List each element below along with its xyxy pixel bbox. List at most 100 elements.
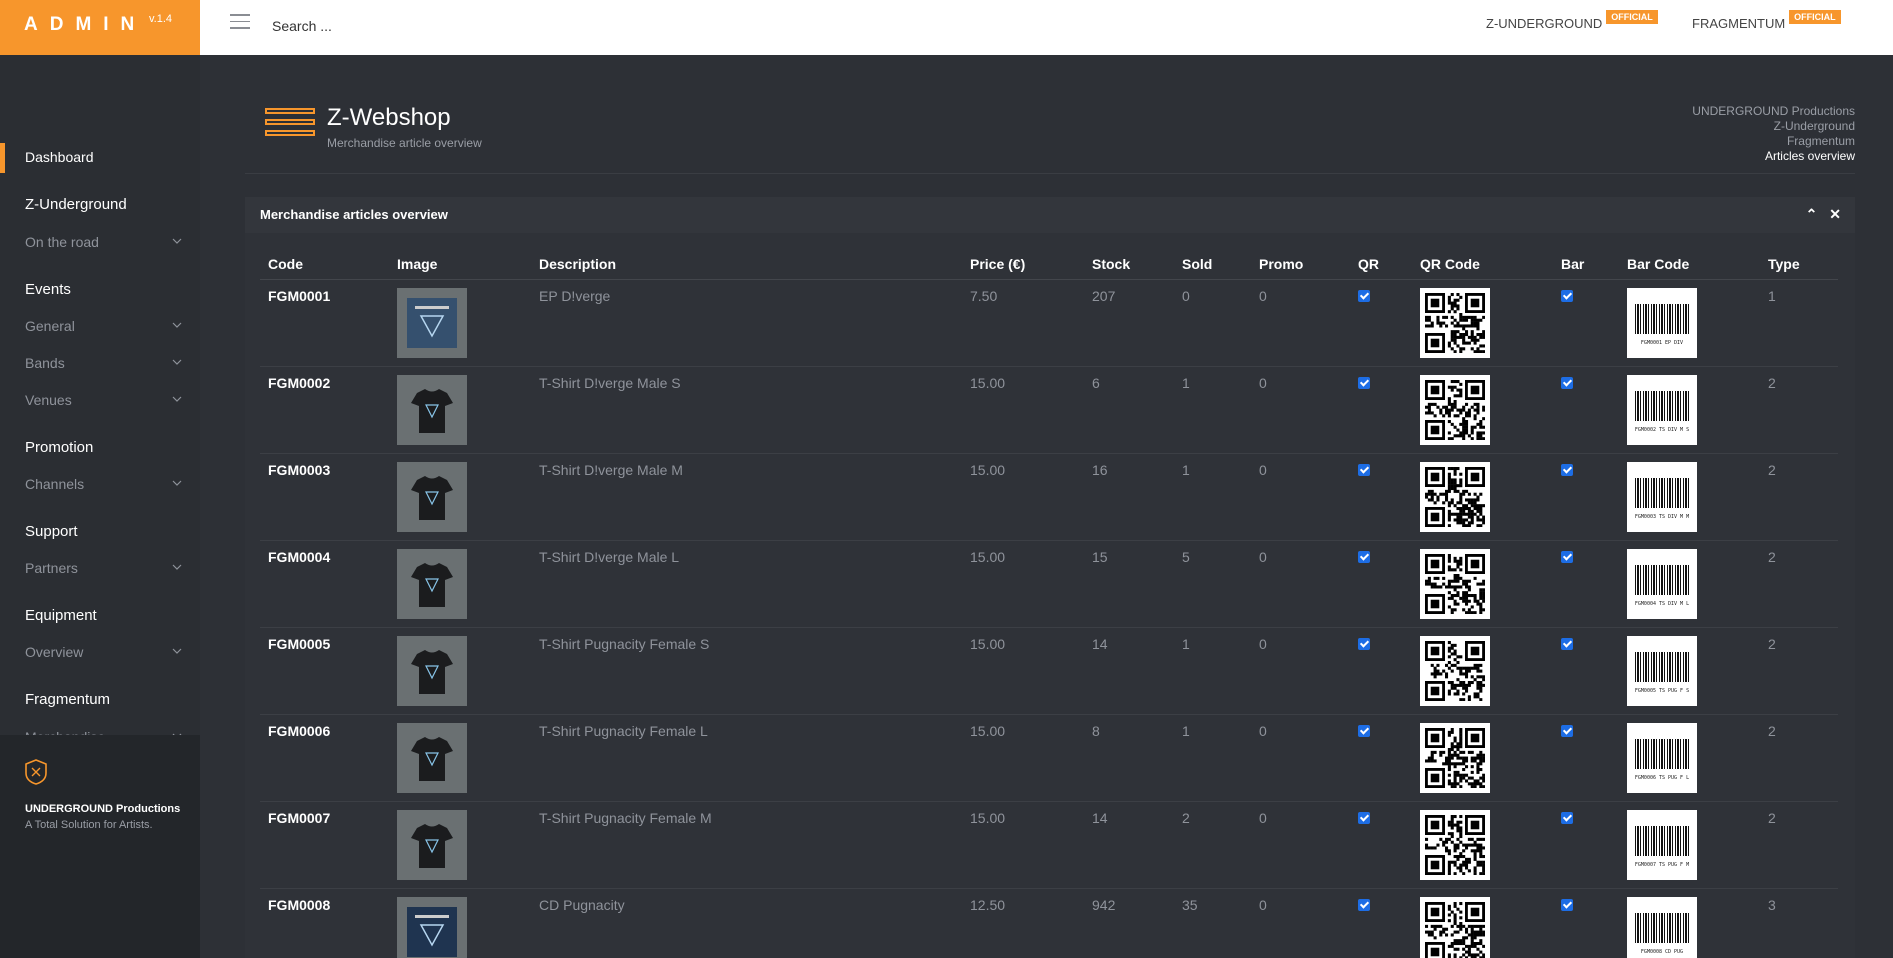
sidebar-item-support[interactable]: Support xyxy=(0,517,200,547)
product-image[interactable] xyxy=(397,287,467,358)
qr-checkbox[interactable] xyxy=(1358,724,1370,737)
menu-toggle-icon[interactable] xyxy=(230,14,250,30)
close-icon[interactable]: ✕ xyxy=(1829,206,1841,222)
sidebar-item-equipment[interactable]: Equipment xyxy=(0,601,200,631)
barcode-image[interactable]: FGM0005 TS PUG F S xyxy=(1627,635,1697,706)
qr-cell xyxy=(1350,453,1412,541)
bar-checkbox[interactable] xyxy=(1561,550,1573,563)
table-row[interactable]: FGM0001 EP D!verge 7.50 207 0 0 FGM0001 EP DIV… xyxy=(260,279,1838,367)
column-header[interactable]: Bar Code xyxy=(1619,249,1760,280)
column-header[interactable]: Price (€) xyxy=(962,249,1084,280)
bar-checkbox[interactable] xyxy=(1561,898,1573,911)
qr-checkbox[interactable] xyxy=(1358,811,1370,824)
chevron-up-icon[interactable]: ⌃ xyxy=(1806,206,1818,222)
barcode-text: FGM0001 EP DIV xyxy=(1640,339,1684,346)
qr-code-image[interactable] xyxy=(1420,461,1490,532)
product-image[interactable] xyxy=(397,461,467,532)
breadcrumb-item[interactable]: UNDERGROUND Productions xyxy=(1692,104,1855,119)
table-row[interactable]: FGM0005 T-Shirt Pugnacity Female S 15.00 14… xyxy=(260,627,1838,715)
sidebar-item-channels[interactable]: Channels xyxy=(0,470,200,500)
product-image[interactable] xyxy=(397,896,467,958)
barcode-image[interactable]: FGM0003 TS DIV M M xyxy=(1627,461,1697,532)
product-image[interactable] xyxy=(397,722,467,793)
column-header[interactable]: QR xyxy=(1350,249,1412,280)
qr-code-icon xyxy=(1425,901,1485,958)
qr-code-image[interactable] xyxy=(1420,287,1490,358)
qr-code-image[interactable] xyxy=(1420,722,1490,793)
sidebar-item-on-the-road[interactable]: On the road xyxy=(0,228,200,258)
barcode-image[interactable]: FGM0004 TS DIV M L xyxy=(1627,548,1697,619)
brand-logo[interactable]: ADMIN v.1.4 xyxy=(0,0,200,55)
sidebar-item-promotion[interactable]: Promotion xyxy=(0,433,200,463)
barcode-image[interactable]: FGM0007 TS PUG F M xyxy=(1627,809,1697,880)
column-header[interactable]: Code xyxy=(260,249,389,280)
qr-code-image[interactable] xyxy=(1420,374,1490,445)
breadcrumb-item[interactable]: Fragmentum xyxy=(1692,134,1855,149)
image-cell xyxy=(389,366,531,454)
bar-checkbox[interactable] xyxy=(1561,637,1573,650)
column-header[interactable]: Bar xyxy=(1553,249,1619,280)
org-fragmentum[interactable]: FRAGMENTUM OFFICIAL xyxy=(1692,10,1841,31)
sold-cell: 1 xyxy=(1174,453,1251,541)
sidebar-item-bands[interactable]: Bands xyxy=(0,349,200,379)
product-image[interactable] xyxy=(397,548,467,619)
qr-checkbox[interactable] xyxy=(1358,637,1370,650)
bar-checkbox[interactable] xyxy=(1561,724,1573,737)
chevron-down-icon xyxy=(172,648,182,654)
column-header[interactable]: QR Code xyxy=(1412,249,1553,280)
qr-code-image[interactable] xyxy=(1420,548,1490,619)
barcode-icon xyxy=(1635,390,1689,421)
bar-checkbox[interactable] xyxy=(1561,463,1573,476)
table-row[interactable]: FGM0007 T-Shirt Pugnacity Female M 15.00 14… xyxy=(260,801,1838,889)
qr-checkbox[interactable] xyxy=(1358,376,1370,389)
column-header[interactable]: Promo xyxy=(1251,249,1350,280)
table-row[interactable]: FGM0008 CD Pugnacity 12.50 942 35 0 FGM0008 CD… xyxy=(260,888,1838,958)
image-cell xyxy=(389,453,531,541)
barcode-icon xyxy=(1635,303,1689,334)
org-z-underground[interactable]: Z-UNDERGROUND OFFICIAL xyxy=(1486,10,1658,31)
article-code: FGM0008 xyxy=(260,888,389,958)
breadcrumb-item[interactable]: Z-Underground xyxy=(1692,119,1855,134)
column-header[interactable]: Description xyxy=(531,249,962,280)
qr-checkbox[interactable] xyxy=(1358,898,1370,911)
qr-checkbox[interactable] xyxy=(1358,289,1370,302)
table-row[interactable]: FGM0003 T-Shirt D!verge Male M 15.00 16 1 0 FG… xyxy=(260,453,1838,541)
product-image[interactable] xyxy=(397,635,467,706)
table-row[interactable]: FGM0006 T-Shirt Pugnacity Female L 15.00 8 1… xyxy=(260,714,1838,802)
sidebar-item-label: Bands xyxy=(25,355,65,371)
promo-cell: 0 xyxy=(1251,366,1350,454)
bar-cell xyxy=(1553,801,1619,889)
type-cell: 2 xyxy=(1760,540,1838,628)
divider xyxy=(245,173,1855,174)
sidebar-item-venues[interactable]: Venues xyxy=(0,386,200,416)
qr-code-image[interactable] xyxy=(1420,635,1490,706)
bar-checkbox[interactable] xyxy=(1561,289,1573,302)
column-header[interactable]: Sold xyxy=(1174,249,1251,280)
table-row[interactable]: FGM0002 T-Shirt D!verge Male S 15.00 6 1 0 FGM… xyxy=(260,366,1838,454)
bar-checkbox[interactable] xyxy=(1561,811,1573,824)
search-input[interactable] xyxy=(272,14,572,38)
qr-checkbox[interactable] xyxy=(1358,463,1370,476)
sidebar-item-overview[interactable]: Overview xyxy=(0,638,200,668)
column-header[interactable]: Image xyxy=(389,249,531,280)
column-header[interactable]: Type xyxy=(1760,249,1838,280)
sidebar-item-partners[interactable]: Partners xyxy=(0,554,200,584)
barcode-image[interactable]: FGM0002 TS DIV M S xyxy=(1627,374,1697,445)
product-image[interactable] xyxy=(397,374,467,445)
sidebar-item-fragmentum[interactable]: Fragmentum xyxy=(0,685,200,715)
sidebar-item-dashboard[interactable]: Dashboard xyxy=(0,143,200,173)
bar-checkbox[interactable] xyxy=(1561,376,1573,389)
qr-code-image[interactable] xyxy=(1420,896,1490,958)
table-row[interactable]: FGM0004 T-Shirt D!verge Male L 15.00 15 5 0 FG… xyxy=(260,540,1838,628)
barcode-image[interactable]: FGM0008 CD PUG xyxy=(1627,896,1697,958)
sidebar-item-general[interactable]: General xyxy=(0,312,200,342)
sidebar-item-events[interactable]: Events xyxy=(0,275,200,305)
barcode-image[interactable]: FGM0001 EP DIV xyxy=(1627,287,1697,358)
column-header[interactable]: Stock xyxy=(1084,249,1174,280)
sidebar-item-label: Equipment xyxy=(25,607,97,624)
qr-checkbox[interactable] xyxy=(1358,550,1370,563)
barcode-image[interactable]: FGM0006 TS PUG F L xyxy=(1627,722,1697,793)
product-image[interactable] xyxy=(397,809,467,880)
sidebar-item-z-underground[interactable]: Z-Underground xyxy=(0,190,200,220)
qr-code-image[interactable] xyxy=(1420,809,1490,880)
